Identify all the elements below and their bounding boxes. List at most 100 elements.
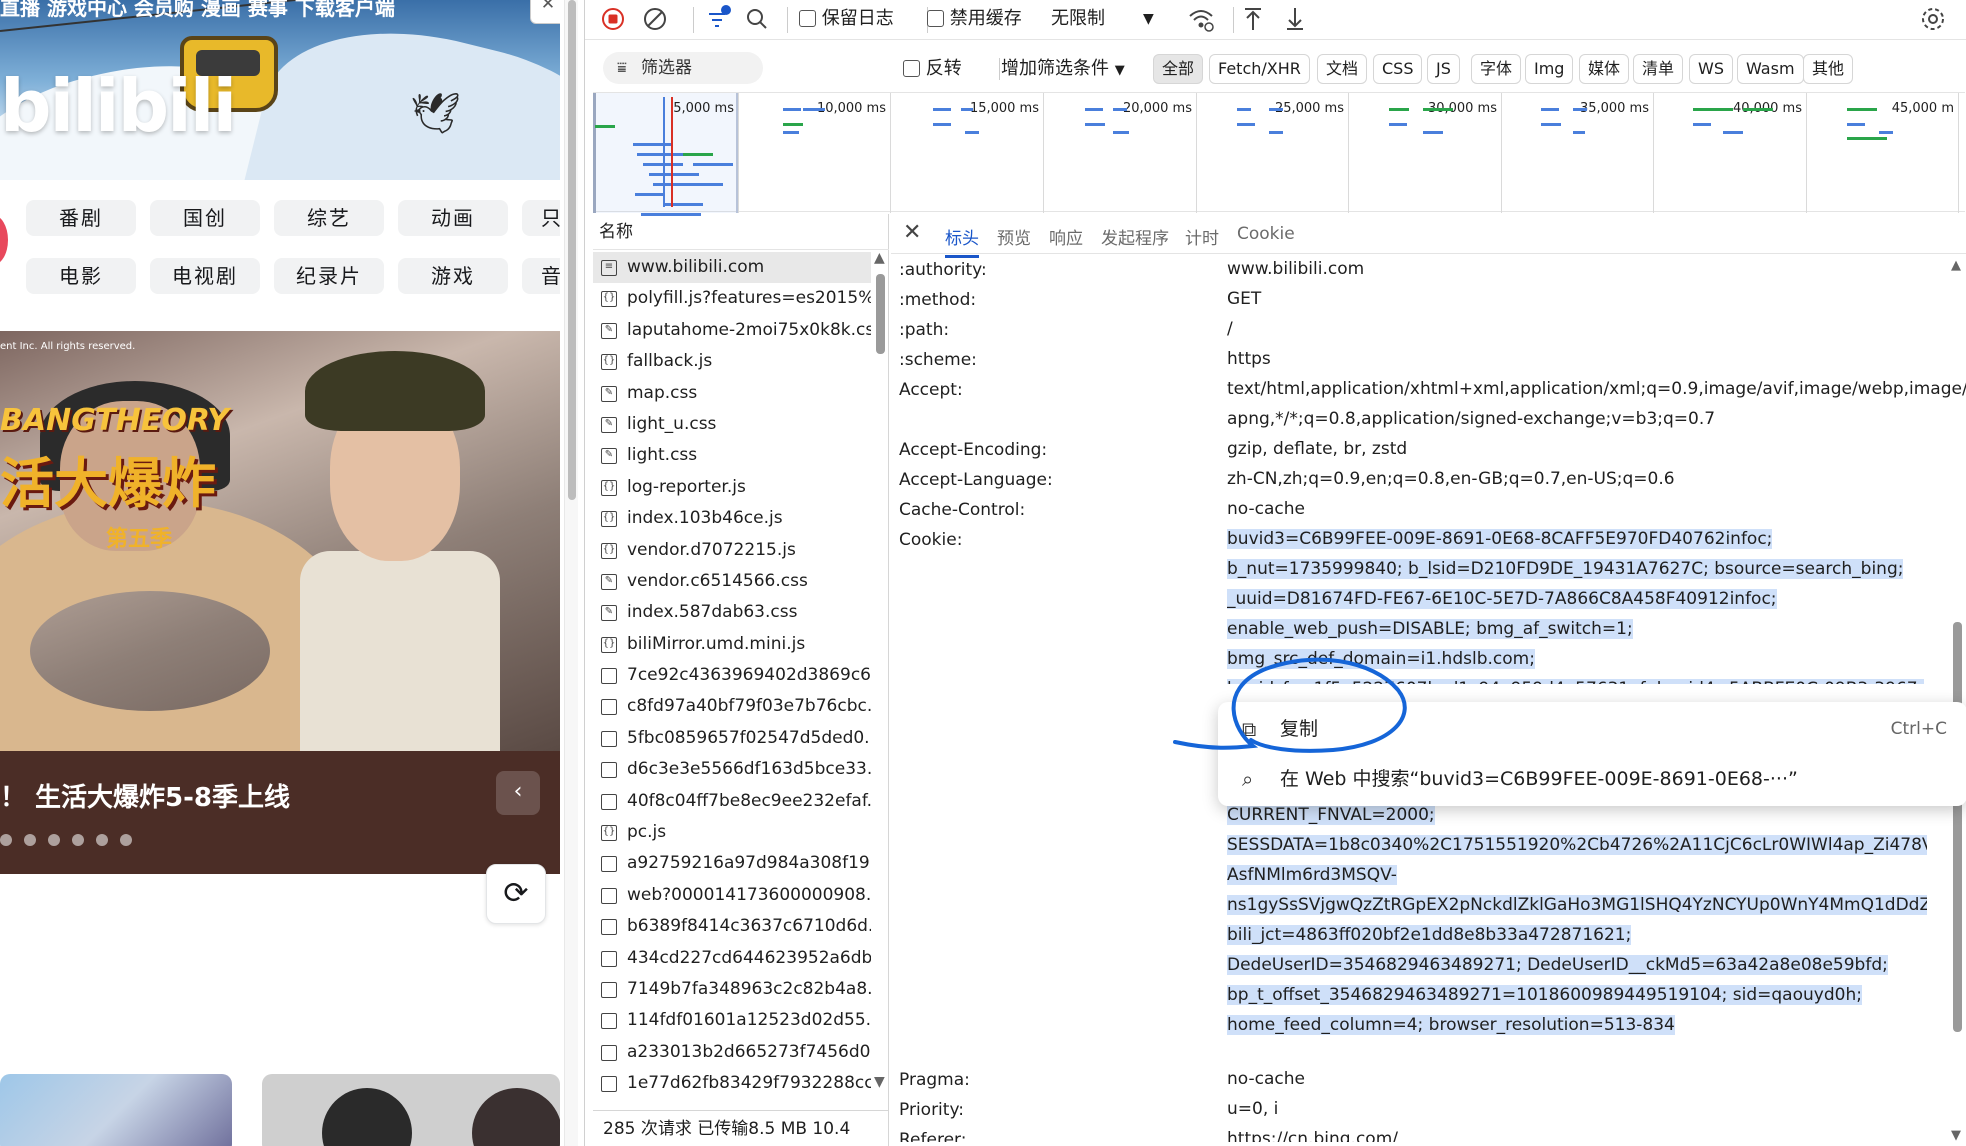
type-filter-fetch-xhr[interactable]: Fetch/XHR	[1209, 54, 1310, 84]
request-row[interactable]: ✎ index.587dab63.css	[593, 597, 871, 628]
top-nav[interactable]: 直播 游戏中心 会员购 漫画 赛事 下载客户端	[0, 0, 395, 21]
channel-bangumi[interactable]: 番剧	[26, 200, 136, 236]
request-row[interactable]: 434cd227cd644623952a6db...	[593, 943, 871, 974]
header-value[interactable]: gzip, deflate, br, zstd	[1227, 434, 1927, 464]
checkbox[interactable]	[799, 10, 816, 27]
type-filter-img[interactable]: Img	[1525, 54, 1574, 84]
request-row[interactable]: {} vendor.d7072215.js	[593, 535, 871, 566]
channel-documentary[interactable]: 纪录片	[274, 258, 384, 294]
invert-checkbox[interactable]: 反转	[903, 54, 962, 84]
request-row[interactable]: ✎ map.css	[593, 378, 871, 409]
type-filter-ws[interactable]: WS	[1689, 54, 1733, 84]
type-filter-doc[interactable]: 文档	[1317, 54, 1368, 84]
type-filter-all[interactable]: 全部	[1153, 54, 1204, 84]
avatar[interactable]	[0, 215, 8, 265]
refresh-icon[interactable]: ⟳	[486, 864, 546, 924]
scroll-down-icon[interactable]: ▼	[1951, 1128, 1961, 1143]
tab-initiator[interactable]: 发起程序	[1101, 224, 1169, 249]
close-icon[interactable]: ✕	[903, 220, 921, 245]
channel-movie[interactable]: 电影	[26, 258, 136, 294]
import-har-icon[interactable]	[1241, 0, 1265, 38]
top-nav-links[interactable]: 直播 游戏中心 会员购 漫画 赛事 下载客户端	[0, 0, 395, 20]
request-list-scrollbar[interactable]: ▲ ▼	[871, 250, 889, 1092]
carousel-dot[interactable]	[96, 834, 108, 846]
tab-timing[interactable]: 计时	[1185, 224, 1219, 249]
clear-icon[interactable]	[643, 0, 667, 38]
type-filter-manifest[interactable]: 清单	[1633, 54, 1684, 84]
request-row[interactable]: ✎ light_u.css	[593, 409, 871, 440]
request-row[interactable]: c8fd97a40bf79f03e7b76cbc...	[593, 691, 871, 722]
carousel-dot[interactable]	[48, 834, 60, 846]
export-har-icon[interactable]	[1283, 0, 1307, 38]
carousel-dot[interactable]	[24, 834, 36, 846]
type-filter-media[interactable]: 媒体	[1579, 54, 1630, 84]
request-row[interactable]: {} polyfill.js?features=es2015%...	[593, 283, 871, 314]
type-filter-js[interactable]: JS	[1427, 54, 1460, 84]
request-row[interactable]: a233013b2d665273f7456d0...	[593, 1037, 871, 1068]
header-value[interactable]: https	[1227, 344, 1927, 374]
video-thumbnail[interactable]	[262, 1074, 560, 1146]
channel-guochuang[interactable]: 国创	[150, 200, 260, 236]
channel-variety[interactable]: 综艺	[274, 200, 384, 236]
tab-response[interactable]: 响应	[1049, 224, 1083, 249]
request-row[interactable]: 114fdf01601a12523d02d55...	[593, 1005, 871, 1036]
header-value[interactable]: CURRENT_FNVAL=2000; SESSDATA=1b8c0340%2C…	[1227, 800, 1927, 1050]
type-filter-css[interactable]: CSS	[1373, 54, 1423, 84]
channel-tv[interactable]: 电视剧	[150, 258, 260, 294]
header-value[interactable]: text/html,application/xhtml+xml,applicat…	[1227, 374, 1966, 434]
throttle-select[interactable]: 无限制	[1051, 0, 1105, 38]
header-value[interactable]: u=0, i	[1227, 1094, 1927, 1124]
filter-input[interactable]: ⩸ 筛选器	[603, 52, 763, 84]
chevron-down-icon[interactable]: ▼	[1143, 0, 1154, 38]
request-row[interactable]: 5fbc0859657f02547d5ded0...	[593, 723, 871, 754]
more-filters-dropdown[interactable]: 增加筛选条件 ▼	[1001, 54, 1125, 86]
request-row[interactable]: {} pc.js	[593, 817, 871, 848]
type-filter-font[interactable]: 字体	[1471, 54, 1522, 84]
channel-partial[interactable]: 音	[522, 258, 560, 294]
selected-text[interactable]: buvid3=C6B99FEE-009E-8691-0E68-8CAFF5E97…	[1227, 529, 1924, 684]
type-filter-wasm[interactable]: Wasm	[1737, 54, 1804, 84]
request-row[interactable]: d6c3e3e5566df163d5bce33...	[593, 754, 871, 785]
request-row[interactable]: {} index.103b46ce.js	[593, 503, 871, 534]
close-icon[interactable]: ✕	[530, 0, 560, 24]
tab-cookies[interactable]: Cookie	[1237, 224, 1295, 244]
scroll-up-icon[interactable]: ▲	[874, 250, 885, 266]
search-icon[interactable]	[745, 0, 769, 38]
request-row[interactable]: ✎ laputahome-2moi75x0k8k.css	[593, 315, 871, 346]
request-row[interactable]: 1e77d62fb83429f7932288cc...	[593, 1068, 871, 1099]
request-row[interactable]: 7149b7fa348963c2c82b4a8...	[593, 974, 871, 1005]
channel-partial[interactable]: 只	[522, 200, 560, 236]
name-column-header[interactable]: 名称	[593, 214, 889, 250]
context-menu-copy[interactable]: ⧉ 复制 Ctrl+C	[1218, 704, 1966, 754]
preserve-log-checkbox[interactable]: 保留日志	[799, 0, 894, 38]
header-value[interactable]: /	[1227, 314, 1927, 344]
channel-game[interactable]: 游戏	[398, 258, 508, 294]
request-row[interactable]: 40f8c04ff7be8ec9ee232efaf...	[593, 786, 871, 817]
network-conditions-icon[interactable]	[1187, 0, 1215, 38]
request-row[interactable]: a92759216a97d984a308f19...	[593, 848, 871, 879]
context-menu-search-web[interactable]: ⌕ 在 Web 中搜索“buvid3=C6B99FEE-009E-8691-0E…	[1218, 754, 1966, 804]
header-value[interactable]: buvid3=C6B99FEE-009E-8691-0E68-8CAFF5E97…	[1227, 524, 1927, 684]
gear-icon[interactable]	[1919, 0, 1947, 38]
tab-preview[interactable]: 预览	[997, 224, 1031, 249]
type-filter-other[interactable]: 其他	[1803, 54, 1854, 84]
scrollbar-thumb[interactable]	[876, 274, 885, 354]
header-value[interactable]: www.bilibili.com	[1227, 254, 1927, 284]
header-value[interactable]: no-cache	[1227, 1064, 1927, 1094]
filter-toggle-icon[interactable]	[705, 0, 733, 38]
request-row[interactable]: {} fallback.js	[593, 346, 871, 377]
tab-headers[interactable]: 标头	[945, 224, 979, 258]
header-value[interactable]: no-cache	[1227, 494, 1927, 524]
header-value[interactable]: zh-CN,zh;q=0.9,en;q=0.8,en-GB;q=0.7,en-U…	[1227, 464, 1927, 494]
request-row[interactable]: web?000014173600000908...	[593, 880, 871, 911]
header-value[interactable]: GET	[1227, 284, 1927, 314]
scroll-up-icon[interactable]: ▲	[1951, 258, 1961, 273]
request-row[interactable]: ✎ vendor.c6514566.css	[593, 566, 871, 597]
carousel-caption[interactable]: ！ 生活大爆炸5-8季上线	[0, 777, 290, 814]
page-scrollbar-thumb[interactable]	[568, 0, 576, 500]
video-thumbnail[interactable]	[0, 1074, 232, 1146]
header-value[interactable]: https://cn.bing.com/	[1227, 1128, 1927, 1142]
checkbox[interactable]	[903, 60, 920, 77]
page-scrollbar[interactable]	[564, 0, 578, 1146]
request-row[interactable]: 7ce92c4363969402d3869c6...	[593, 660, 871, 691]
